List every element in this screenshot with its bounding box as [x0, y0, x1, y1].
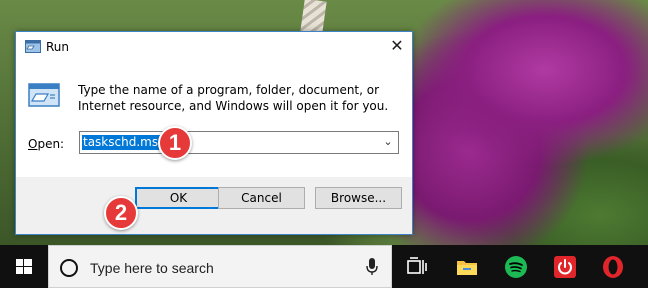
browse-button[interactable]: Browse... — [315, 187, 402, 209]
open-label: Open: — [28, 137, 64, 151]
ok-button[interactable]: OK — [135, 187, 222, 209]
search-placeholder: Type here to search — [90, 260, 214, 276]
taskbar: Type here to search — [0, 245, 648, 288]
microphone-icon[interactable] — [366, 258, 378, 276]
run-dialog: Run ✕ Type the name of a program, folder… — [15, 31, 413, 235]
open-combobox[interactable]: taskschd.msc ⌄ — [79, 131, 399, 154]
close-button[interactable]: ✕ — [382, 32, 412, 62]
step-2-badge: 2 — [104, 196, 138, 230]
windows-start-icon[interactable] — [0, 245, 48, 288]
open-input-value[interactable]: taskschd.msc — [82, 135, 166, 150]
run-app-icon — [25, 40, 41, 53]
task-view-icon[interactable] — [405, 255, 429, 279]
cortana-circle-icon — [60, 259, 78, 277]
spotify-icon[interactable] — [504, 255, 528, 279]
step-1-badge: 1 — [158, 126, 192, 160]
taskbar-search-box[interactable]: Type here to search — [48, 245, 392, 288]
dialog-titlebar[interactable]: Run ✕ — [16, 32, 412, 62]
run-program-icon — [28, 83, 60, 107]
file-explorer-icon[interactable] — [455, 255, 479, 279]
open-label-rest: pen: — [37, 137, 65, 151]
dialog-description: Type the name of a program, folder, docu… — [78, 83, 389, 113]
dialog-button-bar: OK Cancel Browse... — [16, 177, 412, 234]
opera-icon[interactable] — [601, 255, 625, 279]
dialog-title: Run — [46, 40, 70, 54]
power-app-icon[interactable] — [553, 255, 577, 279]
chevron-down-icon[interactable]: ⌄ — [382, 135, 394, 149]
cancel-button[interactable]: Cancel — [218, 187, 305, 209]
close-icon: ✕ — [390, 36, 404, 55]
